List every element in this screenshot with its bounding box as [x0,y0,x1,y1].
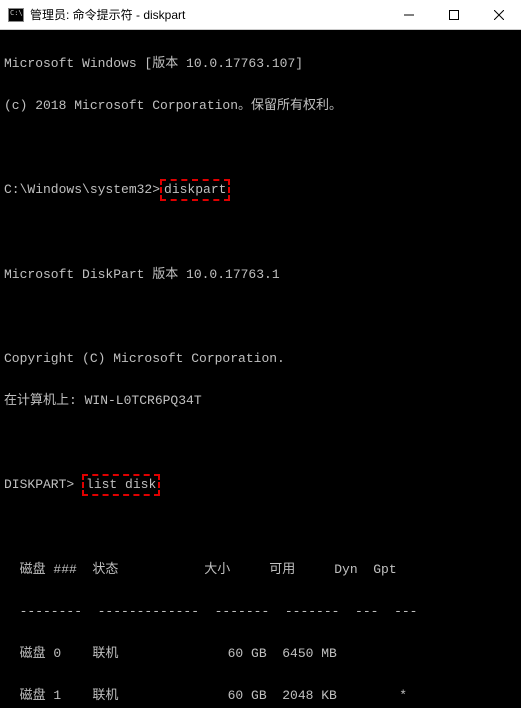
blank-line [4,137,517,158]
minimize-button[interactable] [386,0,431,29]
line-dp-version: Microsoft DiskPart 版本 10.0.17763.1 [4,264,517,285]
minimize-icon [404,10,414,20]
window-controls [386,0,521,29]
close-button[interactable] [476,0,521,29]
disk-table-row-0: 磁盘 0 联机 60 GB 6450 MB [4,643,517,664]
dp-prompt: DISKPART> [4,477,74,492]
terminal-output[interactable]: Microsoft Windows [版本 10.0.17763.107] (c… [0,30,521,708]
blank-line [4,517,517,538]
line-copyright: (c) 2018 Microsoft Corporation。保留所有权利。 [4,95,517,116]
blank-line [4,306,517,327]
cmd-listdisk-highlight: list disk [82,474,160,496]
disk-table-row-1: 磁盘 1 联机 60 GB 2048 KB * [4,685,517,706]
cmd-window: 管理员: 命令提示符 - diskpart Microsoft Windows … [0,0,521,708]
close-icon [494,10,504,20]
disk-table-header: 磁盘 ### 状态 大小 可用 Dyn Gpt [4,559,517,580]
window-title: 管理员: 命令提示符 - diskpart [30,6,386,23]
line-prompt-diskpart: C:\Windows\system32>diskpart [4,179,517,201]
maximize-icon [449,10,459,20]
blank-line [4,222,517,243]
prompt-sys32: C:\Windows\system32> [4,182,160,197]
line-dp-copyright: Copyright (C) Microsoft Corporation. [4,348,517,369]
line-winver: Microsoft Windows [版本 10.0.17763.107] [4,53,517,74]
maximize-button[interactable] [431,0,476,29]
cmd-icon [8,8,24,22]
line-listdisk: DISKPART> list disk [4,474,517,496]
line-dp-computer: 在计算机上: WIN-L0TCR6PQ34T [4,390,517,411]
cmd-diskpart-highlight: diskpart [160,179,230,201]
blank-line [4,432,517,453]
titlebar[interactable]: 管理员: 命令提示符 - diskpart [0,0,521,30]
disk-table-divider: -------- ------------- ------- ------- -… [4,601,517,622]
